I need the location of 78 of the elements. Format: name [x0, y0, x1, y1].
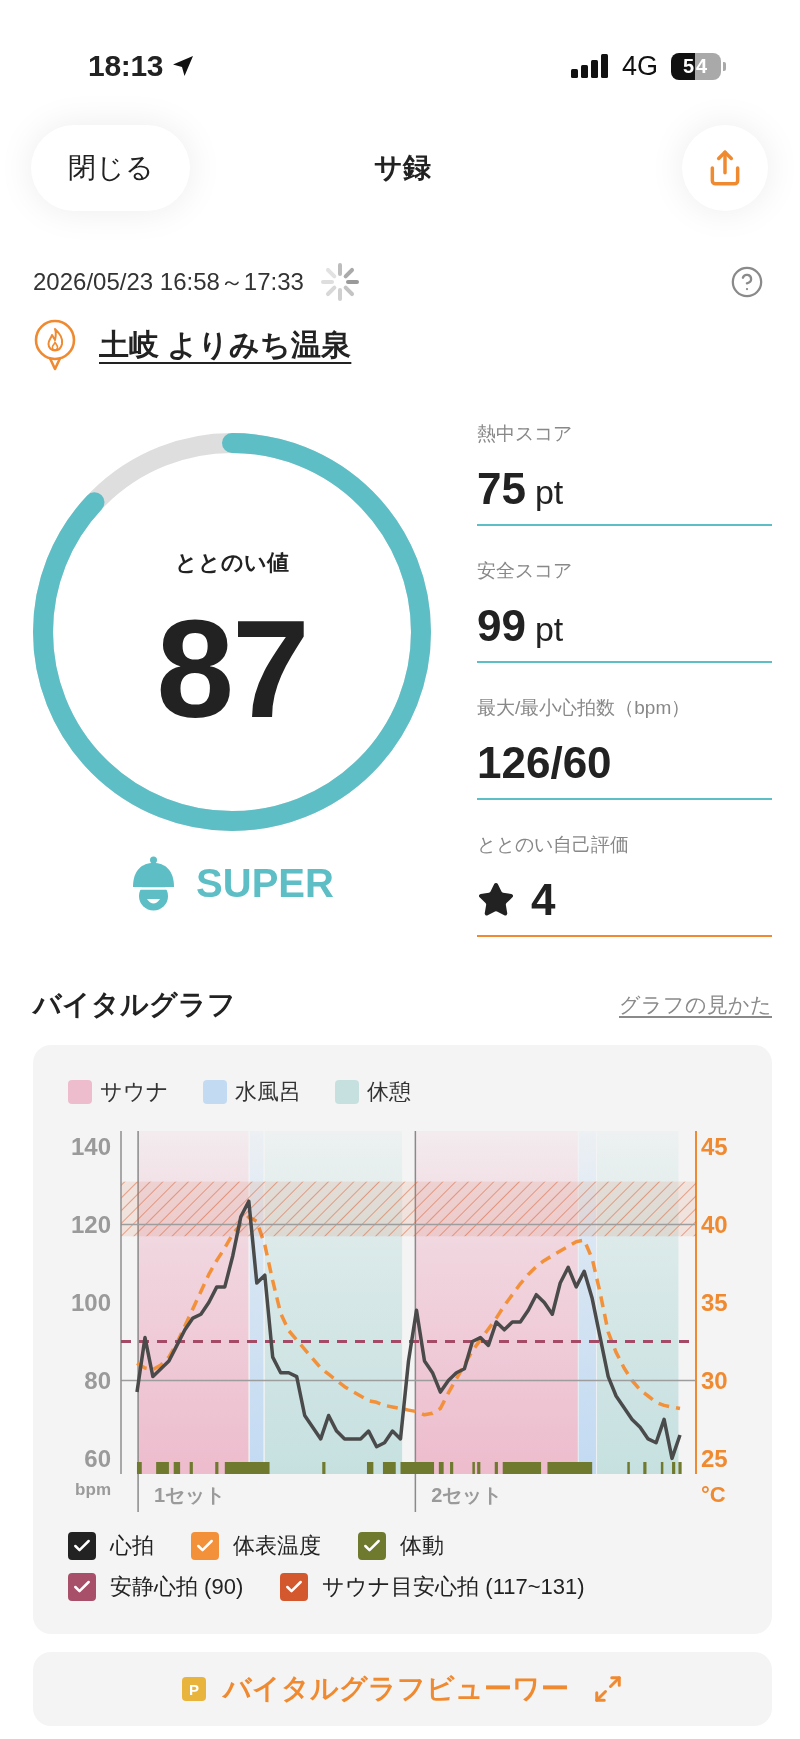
motion-mark [678, 1462, 682, 1474]
motion-mark [450, 1462, 454, 1474]
checkbox-label: 体動 [400, 1532, 444, 1560]
session-datetime: 2026/05/23 16:58～17:33 [33, 267, 304, 297]
screen-title: サ録 [374, 151, 431, 185]
motion-mark [660, 1462, 664, 1474]
axis-tick-label: 30 [701, 1366, 728, 1394]
set-label: 1セット [154, 1484, 226, 1506]
stat-label: ととのい自己評価 [477, 833, 630, 857]
set-label: 2セット [431, 1484, 503, 1506]
axis-tick-label: 60 [84, 1444, 111, 1472]
axis-tick-label: 45 [701, 1132, 728, 1160]
status-time: 18:13 [88, 49, 164, 83]
close-button[interactable]: 閉じる [31, 125, 190, 211]
stat-value: 126/60 [477, 738, 612, 788]
motion-mark [627, 1462, 630, 1474]
stat-unit: pt [534, 609, 564, 650]
stat-value: 75 [477, 464, 526, 514]
checkbox[interactable] [68, 1573, 96, 1601]
checkbox[interactable] [280, 1573, 309, 1601]
motion-mark [438, 1462, 444, 1474]
axis-tick-label: 100 [70, 1288, 111, 1316]
checkbox-label: サウナ目安心拍 (117~131) [322, 1573, 585, 1601]
premium-badge: P [182, 1677, 206, 1701]
battery-indicator: 54 [671, 52, 726, 80]
help-icon[interactable] [730, 265, 764, 299]
stat-value: 99 [477, 601, 526, 651]
motion-mark [643, 1462, 647, 1474]
star-icon [477, 881, 515, 919]
checkbox-label: 心拍 [110, 1532, 154, 1560]
axis-tick-label: 25 [701, 1444, 728, 1472]
motion-mark [400, 1462, 435, 1474]
axis-tick-label: 40 [701, 1210, 728, 1238]
expand-icon [593, 1674, 623, 1704]
motion-mark [477, 1462, 481, 1474]
axis-unit-label: °C [701, 1482, 726, 1507]
motion-mark [215, 1462, 219, 1474]
stat-label: 最大/最小心拍数（bpm） [477, 696, 692, 720]
location-arrow-icon [171, 54, 196, 78]
score-label: ととのい値 [175, 549, 289, 577]
flame-pin-icon [33, 319, 77, 371]
motion-mark [322, 1462, 326, 1474]
stat-unit: pt [534, 472, 564, 513]
score-value: 87 [156, 599, 308, 739]
motion-mark [472, 1462, 475, 1474]
motion-mark [366, 1462, 374, 1474]
motion-mark [547, 1462, 593, 1474]
motion-mark [189, 1462, 193, 1474]
checkbox[interactable] [358, 1532, 386, 1560]
checkbox[interactable] [191, 1532, 219, 1560]
legend-label: 水風呂 [235, 1077, 301, 1106]
axis-tick-label: 80 [84, 1366, 111, 1394]
axis-tick-label: 35 [701, 1288, 728, 1316]
network-label: 4G [621, 50, 658, 82]
axis-tick-label: 120 [70, 1210, 111, 1238]
checkbox-label: 安静心拍 (90) [110, 1573, 244, 1601]
legend-label: サウナ [100, 1077, 169, 1106]
motion-mark [136, 1462, 142, 1474]
loading-spinner-icon [319, 262, 360, 302]
motion-mark [494, 1462, 498, 1474]
motion-mark [502, 1462, 542, 1474]
axis-unit-label: bpm [75, 1480, 111, 1499]
motion-mark [156, 1462, 169, 1474]
motion-mark [173, 1462, 181, 1474]
rank-label: SUPER [196, 861, 334, 906]
signal-icon [570, 54, 609, 78]
checkbox-label: 体表温度 [233, 1532, 321, 1560]
motion-mark [672, 1462, 676, 1474]
axis-tick-label: 140 [70, 1132, 111, 1160]
section-title: バイタルグラフ [33, 988, 236, 1022]
stat-label: 安全スコア [477, 559, 573, 583]
motion-mark [224, 1462, 270, 1474]
graph-guide-link[interactable]: グラフの見かた [619, 991, 772, 1019]
place-link[interactable]: 土岐 よりみち温泉 [99, 324, 352, 366]
rating-value: 4 [531, 875, 556, 925]
checkbox[interactable] [68, 1532, 96, 1560]
legend-label: 休憩 [367, 1077, 411, 1106]
stat-label: 熱中スコア [477, 422, 573, 446]
